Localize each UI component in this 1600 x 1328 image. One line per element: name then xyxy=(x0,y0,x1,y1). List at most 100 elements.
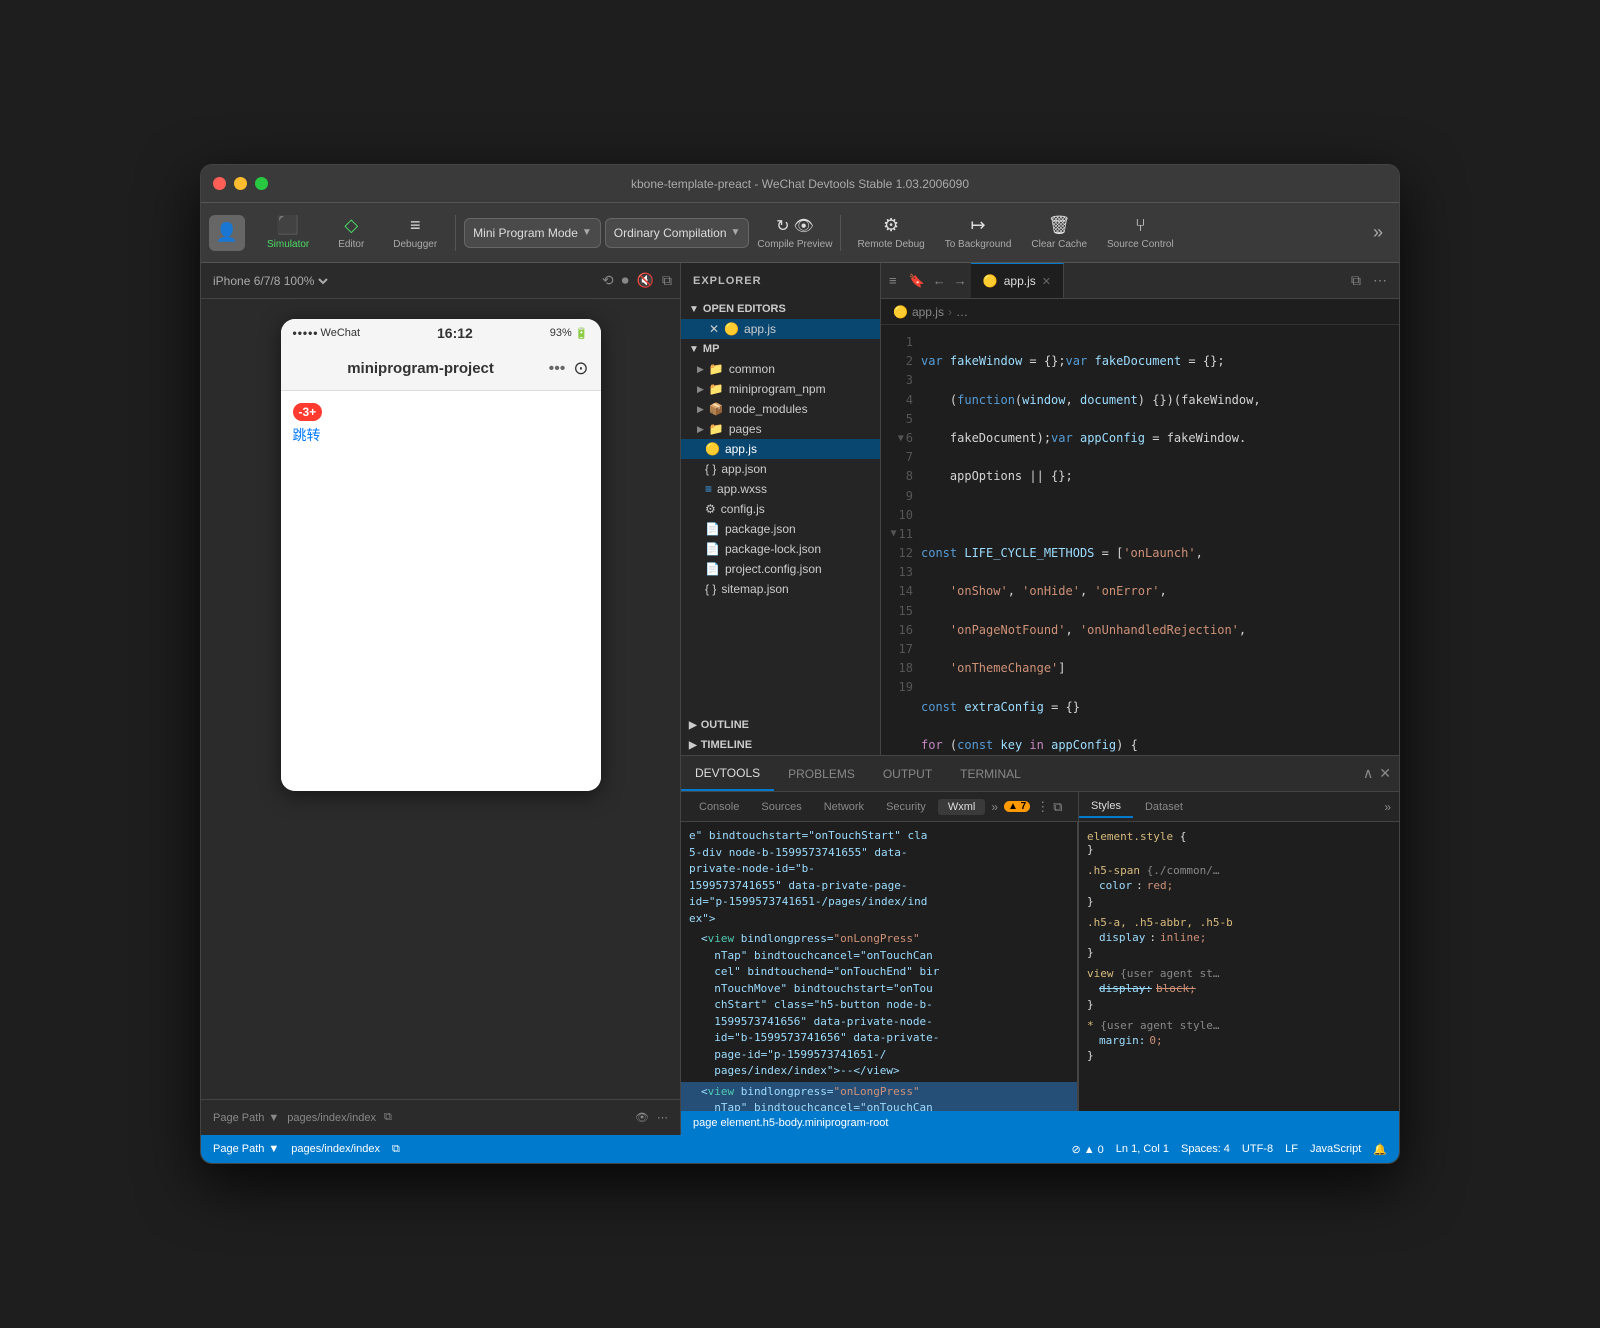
wxml-tab[interactable]: Wxml xyxy=(938,799,986,815)
copy-icon-status[interactable]: ⧉ xyxy=(392,1143,400,1156)
console-tab[interactable]: Console xyxy=(689,799,749,815)
editor-forward-icon[interactable]: → xyxy=(950,263,971,298)
maximize-button[interactable] xyxy=(255,177,268,190)
network-tab[interactable]: Network xyxy=(814,799,874,815)
phone-container: ••••• WeChat 16:12 93% 🔋 miniprogram-pro… xyxy=(201,299,680,1099)
compilation-select[interactable]: Ordinary Compilation ▼ xyxy=(605,218,750,248)
to-background-button[interactable]: ↦ To Background xyxy=(937,211,1020,255)
source-control-icon: ⑂ xyxy=(1135,215,1146,236)
sources-tab[interactable]: Sources xyxy=(751,799,811,815)
simulator-button[interactable]: ⬛ Simulator xyxy=(257,211,319,254)
tab-output[interactable]: OUTPUT xyxy=(869,756,946,791)
sim-more-options[interactable]: ⋯ xyxy=(657,1111,668,1124)
file-package-json[interactable]: 📄 package.json xyxy=(681,519,880,539)
toolbar-more-button[interactable]: » xyxy=(1365,218,1391,247)
split-editor-icon[interactable]: ⧉ xyxy=(1347,270,1365,291)
close-button[interactable] xyxy=(213,177,226,190)
file-app-wxss[interactable]: ≡ app.wxss xyxy=(681,479,880,499)
link-text[interactable]: 跳转 xyxy=(293,425,589,445)
timeline-header[interactable]: ▶ TIMELINE xyxy=(681,735,880,755)
debugger-button[interactable]: ≡ Debugger xyxy=(383,211,447,254)
folder-common[interactable]: ▶ 📁 common xyxy=(681,359,880,379)
open-editor-app-js[interactable]: ✕ 🟡 app.js xyxy=(681,319,880,339)
style-close-element: } xyxy=(1087,843,1391,856)
styles-tab[interactable]: Styles xyxy=(1079,796,1133,818)
battery-percent: 93% xyxy=(550,327,572,339)
problems-status[interactable]: ⊘ ▲ 0 xyxy=(1071,1143,1103,1156)
tab-terminal[interactable]: TERMINAL xyxy=(946,756,1035,791)
file-project-config-json[interactable]: 📄 project.config.json xyxy=(681,559,880,579)
refresh-icon[interactable]: ↻ xyxy=(776,216,789,236)
eye-icon[interactable]: 👁 xyxy=(793,216,813,236)
tab-problems[interactable]: PROBLEMS xyxy=(774,756,869,791)
remote-debug-button[interactable]: ⚙ Remote Debug xyxy=(849,211,932,255)
security-tab[interactable]: Security xyxy=(876,799,936,815)
style-line-display: display : inline; xyxy=(1099,929,1391,947)
file-package-lock-json-icon: 📄 xyxy=(705,542,720,556)
style-selector-element: element.style { xyxy=(1087,830,1391,843)
eye-toggle[interactable]: 👁 xyxy=(635,1111,649,1124)
tab-app-js-close[interactable]: ✕ xyxy=(1042,275,1051,288)
tab-devtools[interactable]: DEVTOOLS xyxy=(681,756,774,791)
sources-tab-label: Sources xyxy=(761,801,801,813)
rotate-icon[interactable]: ⟲ xyxy=(602,272,614,289)
outline-header[interactable]: ▶ OUTLINE xyxy=(681,715,880,735)
file-package-lock-json[interactable]: 📄 package-lock.json xyxy=(681,539,880,559)
tab-app-js-icon: 🟡 xyxy=(983,274,998,288)
mode-select[interactable]: Mini Program Mode ▼ xyxy=(464,218,601,248)
open-editor-close[interactable]: ✕ xyxy=(709,322,719,336)
devtools-dock-icon[interactable]: ⧉ xyxy=(1053,799,1062,815)
signal-indicator: ••••• xyxy=(293,326,319,340)
copy-path-icon[interactable]: ⧉ xyxy=(384,1111,392,1124)
file-sitemap-json[interactable]: { } sitemap.json xyxy=(681,579,880,599)
wxml-entry-2[interactable]: <view bindlongpress="onLongPress" nTap" … xyxy=(681,929,1077,1082)
source-control-button[interactable]: ⑂ Source Control xyxy=(1099,211,1182,255)
folder-pages[interactable]: ▶ 📁 pages xyxy=(681,419,880,439)
page-path-button[interactable]: Page Path ▼ xyxy=(213,1143,279,1155)
editor-back-icon[interactable]: ← xyxy=(929,263,950,298)
dataset-tab[interactable]: Dataset xyxy=(1133,797,1195,817)
toolbar-divider-2 xyxy=(840,215,841,251)
editor-lines-toggle[interactable]: ≡ xyxy=(881,263,905,298)
file-config-js[interactable]: ⚙ config.js xyxy=(681,499,880,519)
open-editors-section: ▼ OPEN EDITORS ✕ 🟡 app.js xyxy=(681,299,880,339)
page-path-dropdown-icon: ▼ xyxy=(268,1143,279,1155)
open-editors-header[interactable]: ▼ OPEN EDITORS xyxy=(681,299,880,319)
folder-node-modules[interactable]: ▶ 📦 node_modules xyxy=(681,399,880,419)
phone-menu-dots[interactable]: ••• xyxy=(549,360,566,378)
wxml-entry-1[interactable]: e" bindtouchstart="onTouchStart" cla 5-d… xyxy=(681,826,1077,929)
network-tab-label: Network xyxy=(824,801,864,813)
window-title: kbone-template-preact - WeChat Devtools … xyxy=(631,177,969,191)
page-path-label[interactable]: Page Path ▼ xyxy=(213,1112,279,1124)
file-app-js[interactable]: 🟡 app.js xyxy=(681,439,880,459)
tab-app-js[interactable]: 🟡 app.js ✕ xyxy=(971,263,1064,298)
record-icon[interactable]: ⏺ xyxy=(622,272,629,289)
editor-button[interactable]: ◇ Editor xyxy=(323,211,379,254)
breadcrumb-file: app.js xyxy=(912,305,944,319)
device-select[interactable]: iPhone 6/7/8 100% xyxy=(209,273,331,289)
minimize-button[interactable] xyxy=(234,177,247,190)
language-status[interactable]: JavaScript xyxy=(1310,1143,1361,1156)
styles-more-button[interactable]: » xyxy=(1384,800,1399,814)
folder-node-name: node_modules xyxy=(729,402,808,416)
styles-content: element.style { } .h5-span {./common/… c… xyxy=(1079,822,1399,1111)
sound-icon[interactable]: 🔇 xyxy=(637,272,654,289)
devtools-close-icon[interactable]: ✕ xyxy=(1379,765,1391,782)
clear-cache-button[interactable]: 🗑 Clear Cache xyxy=(1023,211,1095,255)
devtools-chevron-up[interactable]: ∧ xyxy=(1363,765,1373,782)
copy-icon[interactable]: ⧉ xyxy=(662,272,672,289)
styles-tab-label: Styles xyxy=(1091,800,1121,812)
wxml-entry-3[interactable]: <view bindlongpress="onLongPress" nTap" … xyxy=(681,1082,1077,1112)
bell-icon[interactable]: 🔔 xyxy=(1373,1143,1387,1156)
editor-breadcrumb: 🟡 app.js › … xyxy=(881,299,1399,325)
toolbar: 👤 ⬛ Simulator ◇ Editor ≡ Debugger Mini P… xyxy=(201,203,1399,263)
editor-more-icon[interactable]: ⋯ xyxy=(1369,270,1391,291)
folder-miniprogram-npm[interactable]: ▶ 📁 miniprogram_npm xyxy=(681,379,880,399)
file-app-json[interactable]: { } app.json xyxy=(681,459,880,479)
devtools-settings-icon[interactable]: ⋮ xyxy=(1036,799,1049,815)
mp-header[interactable]: ▼ MP xyxy=(681,339,880,359)
phone-record-btn[interactable]: ⊙ xyxy=(573,358,588,379)
mp-label: MP xyxy=(703,343,720,355)
inner-tabs-more[interactable]: » xyxy=(991,800,998,814)
editor-bookmark-icon[interactable]: 🔖 xyxy=(905,263,929,298)
